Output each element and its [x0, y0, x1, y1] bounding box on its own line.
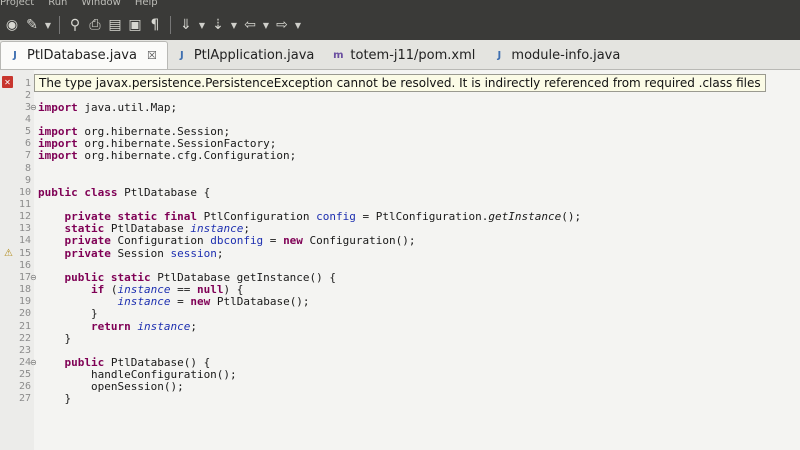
line-number: 23	[18, 344, 31, 356]
tab-label: PtlDatabase.java	[27, 48, 137, 63]
menu-bar: Project Run Window Help	[0, 0, 158, 10]
code-token: }	[38, 392, 72, 406]
tab-label: totem-j11/pom.xml	[350, 47, 476, 63]
open-task-icon[interactable]: ▤	[107, 15, 123, 35]
line-number: 21	[18, 320, 31, 332]
fold-toggle-icon[interactable]: ⊖	[30, 103, 37, 112]
top-chrome: Project Run Window Help ◉ ✎ ▼ ⚲ ⎙ ▤ ▣ ¶ …	[0, 0, 800, 40]
editor-tabs: J PtlDatabase.java ☒ J PtlApplication.ja…	[0, 40, 800, 70]
line-number: 18	[18, 284, 31, 296]
next-annotation-icon[interactable]: ⇣	[210, 15, 226, 35]
line-number: 8	[24, 162, 31, 174]
forward-dropdown-icon[interactable]: ▼	[294, 15, 302, 35]
toolbar-separator	[59, 16, 60, 34]
line-number: 26	[18, 381, 31, 393]
line-number: 5	[24, 126, 31, 138]
prev-annotation-icon[interactable]: ▼	[230, 15, 238, 35]
line-number: 6	[24, 138, 31, 150]
line-number: 16	[18, 259, 31, 271]
back-dropdown-icon[interactable]: ▼	[262, 15, 270, 35]
debug-icon[interactable]: ✎	[24, 15, 40, 35]
xml-file-icon: m	[333, 49, 344, 61]
toolbar: ◉ ✎ ▼ ⚲ ⎙ ▤ ▣ ¶ ⇓ ▼ ⇣ ▼ ⇦ ▼ ⇨ ▼	[0, 12, 302, 38]
menu-project[interactable]: Project	[0, 0, 34, 10]
toggle-mark-icon[interactable]: ▣	[127, 15, 143, 35]
warning-marker-icon[interactable]: ⚠	[3, 248, 14, 259]
java-file-icon: J	[179, 49, 184, 61]
line-number: 2	[24, 89, 31, 101]
forward-icon[interactable]: ⇨	[274, 15, 290, 35]
line-number: 14	[18, 235, 31, 247]
menu-help[interactable]: Help	[135, 0, 158, 10]
java-file-icon: J	[13, 50, 17, 61]
error-tooltip-text: The type javax.persistence.PersistenceEx…	[39, 76, 761, 90]
error-tooltip: The type javax.persistence.PersistenceEx…	[34, 74, 766, 92]
code-text: }	[38, 392, 71, 405]
tab-module-info-java[interactable]: J module-info.java	[485, 41, 630, 69]
menu-run[interactable]: Run	[48, 0, 67, 10]
dropdown-icon[interactable]: ▼	[44, 15, 52, 35]
search-icon[interactable]: ⚲	[67, 15, 83, 35]
line-number: 15	[18, 247, 31, 259]
line-number: 10	[18, 186, 31, 198]
line-number: 22	[18, 332, 31, 344]
line-number: 7	[24, 150, 31, 162]
open-type-icon[interactable]: ⎙	[87, 15, 103, 35]
annotation-icon[interactable]: ⇓	[178, 15, 194, 35]
back-icon[interactable]: ⇦	[242, 15, 258, 35]
run-icon[interactable]: ◉	[4, 15, 20, 35]
line-number: 20	[18, 308, 31, 320]
tab-ptldatabase-java[interactable]: J PtlDatabase.java ☒	[0, 41, 168, 69]
show-whitespace-icon[interactable]: ¶	[147, 15, 163, 35]
tab-ptlapplication-java[interactable]: J PtlApplication.java	[168, 41, 325, 69]
line-number: 11	[18, 199, 31, 210]
close-icon[interactable]: ☒	[147, 49, 157, 62]
error-marker-icon[interactable]: ✕	[2, 76, 13, 88]
fold-toggle-icon[interactable]: ⊖	[30, 273, 37, 282]
line-number: 13	[18, 223, 31, 235]
line-number: 19	[18, 296, 31, 308]
line-number: 9	[24, 174, 31, 186]
annotation-dropdown-icon[interactable]: ▼	[198, 15, 206, 35]
line-number: 12	[18, 211, 31, 223]
code-line[interactable]: 27 }	[0, 392, 800, 406]
fold-toggle-icon[interactable]: ⊖	[30, 358, 37, 367]
line-number: 25	[18, 369, 31, 381]
tab-label: PtlApplication.java	[193, 47, 315, 63]
toolbar-separator	[170, 16, 171, 34]
line-number: 4	[24, 113, 31, 125]
tab-label: module-info.java	[511, 47, 621, 63]
line-number: 1	[24, 77, 31, 89]
code-editor[interactable]: 1 ✕ 2 3 ⊖ import java.util.Map; 4 5 import org.h…	[0, 70, 800, 450]
line-number: 27	[18, 393, 31, 405]
menu-window[interactable]: Window	[81, 0, 120, 10]
tab-pom-xml[interactable]: m totem-j11/pom.xml	[324, 41, 485, 69]
java-file-icon: J	[497, 49, 502, 61]
